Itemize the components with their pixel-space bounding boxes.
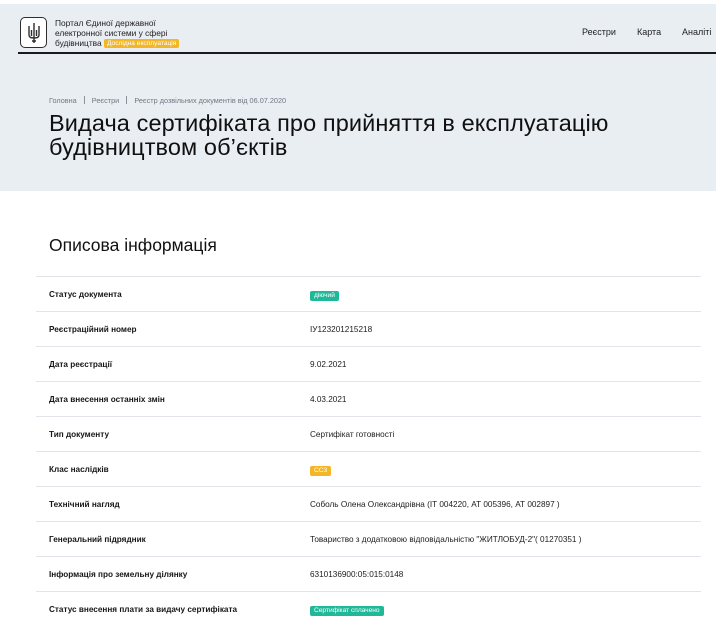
row-value: Сертифікат готовності bbox=[310, 430, 395, 439]
breadcrumb-separator bbox=[83, 96, 85, 104]
beta-badge: Дослідна експлуатація bbox=[104, 39, 180, 48]
page-title: Видача сертифіката про прийняття в експл… bbox=[49, 110, 609, 160]
row-value: 6310136900:05:015:0148 bbox=[310, 570, 404, 579]
trident-icon[interactable] bbox=[20, 17, 47, 48]
row-label: Статус документа bbox=[49, 290, 122, 299]
row-label: Тип документу bbox=[49, 430, 110, 439]
breadcrumb: Головна Реєстри Реєстр дозвільних докуме… bbox=[49, 96, 286, 105]
payment-status-badge: Сертифікат сплачено bbox=[310, 606, 384, 616]
row-value: Сертифікат сплачено bbox=[310, 605, 384, 616]
header-divider bbox=[18, 52, 716, 54]
row-value: 9.02.2021 bbox=[310, 360, 347, 369]
brand-line-2: електронної системи у сфері bbox=[55, 28, 168, 38]
row-value: діючий bbox=[310, 290, 339, 301]
row-label: Дата внесення останніх змін bbox=[49, 395, 165, 404]
row-value: ІУ123201215218 bbox=[310, 325, 373, 334]
row-label: Генеральний підрядник bbox=[49, 535, 146, 544]
row-label: Технічний нагляд bbox=[49, 500, 120, 509]
portal-brand[interactable]: Портал Єдиної державної електронної сист… bbox=[55, 18, 205, 48]
table-row: Реєстраційний номер ІУ123201215218 bbox=[36, 311, 701, 346]
section-title: Описова інформація bbox=[49, 235, 217, 255]
consequence-class-badge: СС3 bbox=[310, 466, 332, 476]
row-label: Реєстраційний номер bbox=[49, 325, 137, 334]
row-label: Дата реєстрації bbox=[49, 360, 113, 369]
brand-line-1: Портал Єдиної державної bbox=[55, 18, 156, 28]
table-row: Дата реєстрації 9.02.2021 bbox=[36, 346, 701, 381]
site-header: Портал Єдиної державної електронної сист… bbox=[0, 4, 716, 54]
table-row: Інформація про земельну ділянку 63101369… bbox=[36, 556, 701, 591]
brand-line-3-text: будівництва bbox=[55, 38, 102, 48]
row-label: Інформація про земельну ділянку bbox=[49, 570, 188, 579]
row-value: Товариство з додатковою відповідальністю… bbox=[310, 535, 582, 544]
row-label: Статус внесення плати за видачу сертифік… bbox=[49, 605, 238, 614]
breadcrumb-separator bbox=[126, 96, 128, 104]
table-row: Статус документа діючий bbox=[36, 276, 701, 311]
breadcrumb-current[interactable]: Реєстр дозвільних документів від 06.07.2… bbox=[134, 96, 286, 105]
table-row: Статус внесення плати за видачу сертифік… bbox=[36, 591, 701, 626]
row-value: СС3 bbox=[310, 465, 332, 476]
brand-line-3: будівництва Дослідна експлуатація bbox=[55, 38, 205, 48]
breadcrumb-registries[interactable]: Реєстри bbox=[92, 96, 119, 105]
breadcrumb-home[interactable]: Головна bbox=[49, 96, 77, 105]
nav-registries[interactable]: Реєстри bbox=[582, 27, 616, 37]
table-row: Технічний нагляд Соболь Олена Олександрі… bbox=[36, 486, 701, 521]
row-value: 4.03.2021 bbox=[310, 395, 347, 404]
info-table: Статус документа діючий Реєстраційний но… bbox=[36, 276, 701, 626]
table-row: Дата внесення останніх змін 4.03.2021 bbox=[36, 381, 701, 416]
table-row: Тип документу Сертифікат готовності bbox=[36, 416, 701, 451]
row-label: Клас наслідків bbox=[49, 465, 109, 474]
nav-map[interactable]: Карта bbox=[637, 27, 661, 37]
status-badge: діючий bbox=[310, 291, 339, 301]
table-row: Клас наслідків СС3 bbox=[36, 451, 701, 486]
nav-analytics[interactable]: Аналіті bbox=[682, 27, 711, 37]
row-value: Соболь Олена Олександрівна (ІТ 004220, А… bbox=[310, 500, 560, 509]
table-row: Генеральний підрядник Товариство з додат… bbox=[36, 521, 701, 556]
